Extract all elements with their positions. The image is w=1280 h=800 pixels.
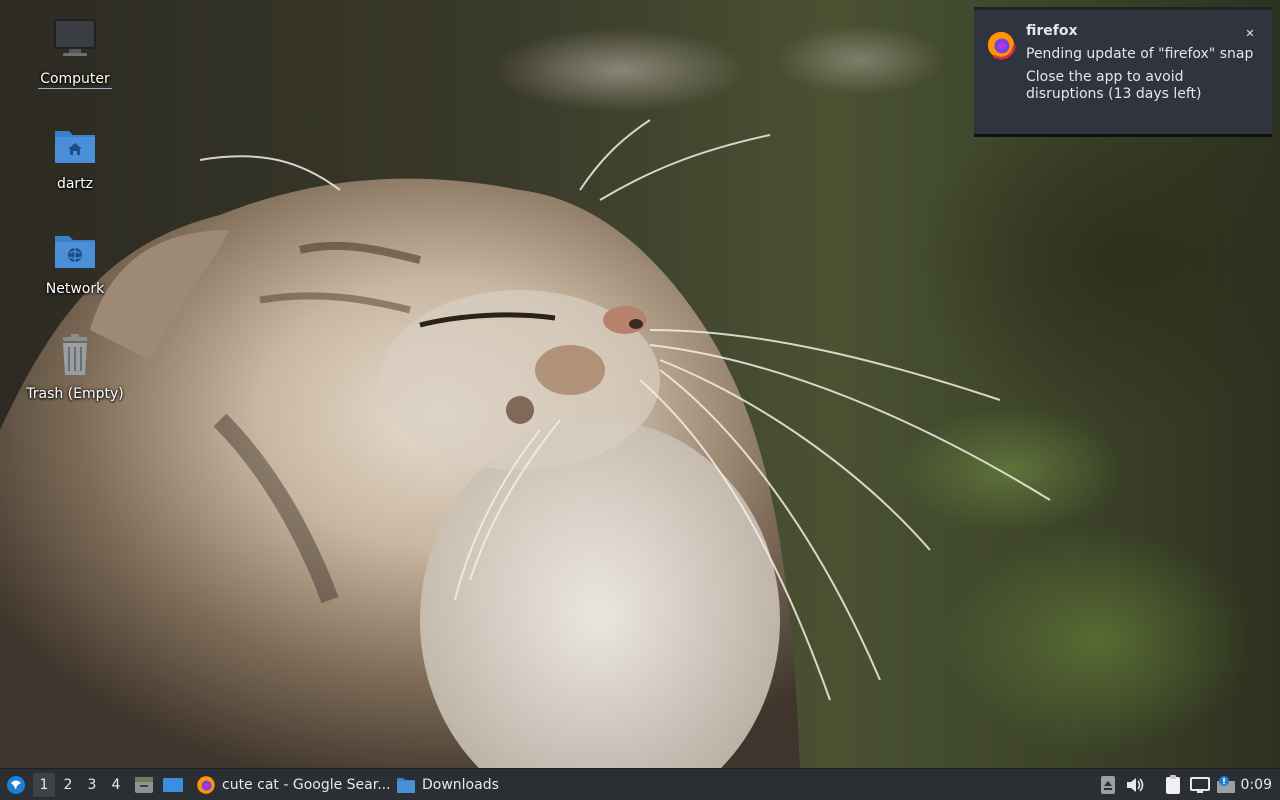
clock[interactable]: 0:09	[1241, 769, 1272, 800]
tray-network[interactable]	[1188, 769, 1212, 800]
tray-clipboard[interactable]	[1162, 769, 1184, 800]
taskbar: 1 2 3 4 cute cat - Google Sear... Downlo…	[0, 768, 1280, 800]
update-notification[interactable]: firefox ✕ Pending update of "firefox" sn…	[974, 7, 1272, 137]
tray-update-notifier[interactable]	[1214, 769, 1238, 800]
desktop-icon-trash[interactable]: Trash (Empty)	[22, 331, 128, 403]
workspace-4[interactable]: 4	[105, 769, 127, 800]
desktop-icon-label: Trash (Empty)	[26, 386, 124, 402]
task-label: Downloads	[422, 776, 499, 793]
workspace-2[interactable]: 2	[57, 769, 79, 800]
notification-body: Pending update of "firefox" snap Close t…	[1026, 46, 1256, 109]
desktop-icon-label: Network	[45, 281, 105, 297]
task-downloads[interactable]: Downloads	[392, 769, 516, 800]
file-manager-icon	[135, 776, 153, 793]
computer-icon	[54, 19, 96, 56]
eject-icon	[1101, 775, 1115, 794]
firefox-icon	[197, 775, 215, 794]
start-menu-button[interactable]	[4, 769, 28, 800]
network-icon	[1190, 776, 1210, 793]
network-folder-icon	[55, 236, 95, 268]
close-icon[interactable]: ✕	[1242, 26, 1258, 42]
workspace-3[interactable]: 3	[81, 769, 103, 800]
show-desktop-button[interactable]	[160, 769, 186, 800]
task-label: cute cat - Google Sear...	[222, 776, 391, 793]
desktop-icon-label: Computer	[38, 71, 112, 89]
desktop-icon-home[interactable]: dartz	[22, 121, 128, 193]
tray-eject[interactable]	[1098, 769, 1118, 800]
file-manager-launcher[interactable]	[132, 769, 156, 800]
notification-summary: Pending update of "firefox" snap	[1026, 46, 1254, 62]
workspace-1[interactable]: 1	[33, 773, 55, 797]
volume-icon	[1127, 777, 1144, 792]
notification-title: firefox	[1026, 23, 1078, 39]
start-menu-icon	[7, 775, 25, 794]
update-notifier-icon	[1217, 775, 1235, 793]
firefox-icon	[986, 30, 1016, 60]
home-folder-icon	[55, 131, 95, 163]
desktop-icon-label: dartz	[56, 176, 94, 192]
show-desktop-icon	[163, 777, 183, 792]
notification-detail: Close the app to avoid disruptions (13 d…	[1026, 69, 1202, 102]
task-firefox[interactable]: cute cat - Google Sear...	[192, 769, 392, 800]
clipboard-icon	[1166, 774, 1180, 794]
tray-volume[interactable]	[1124, 769, 1146, 800]
trash-icon	[63, 334, 87, 375]
desktop-icon-computer[interactable]: Computer	[22, 16, 128, 89]
desktop-icon-network[interactable]: Network	[22, 226, 128, 298]
folder-icon	[397, 777, 415, 793]
